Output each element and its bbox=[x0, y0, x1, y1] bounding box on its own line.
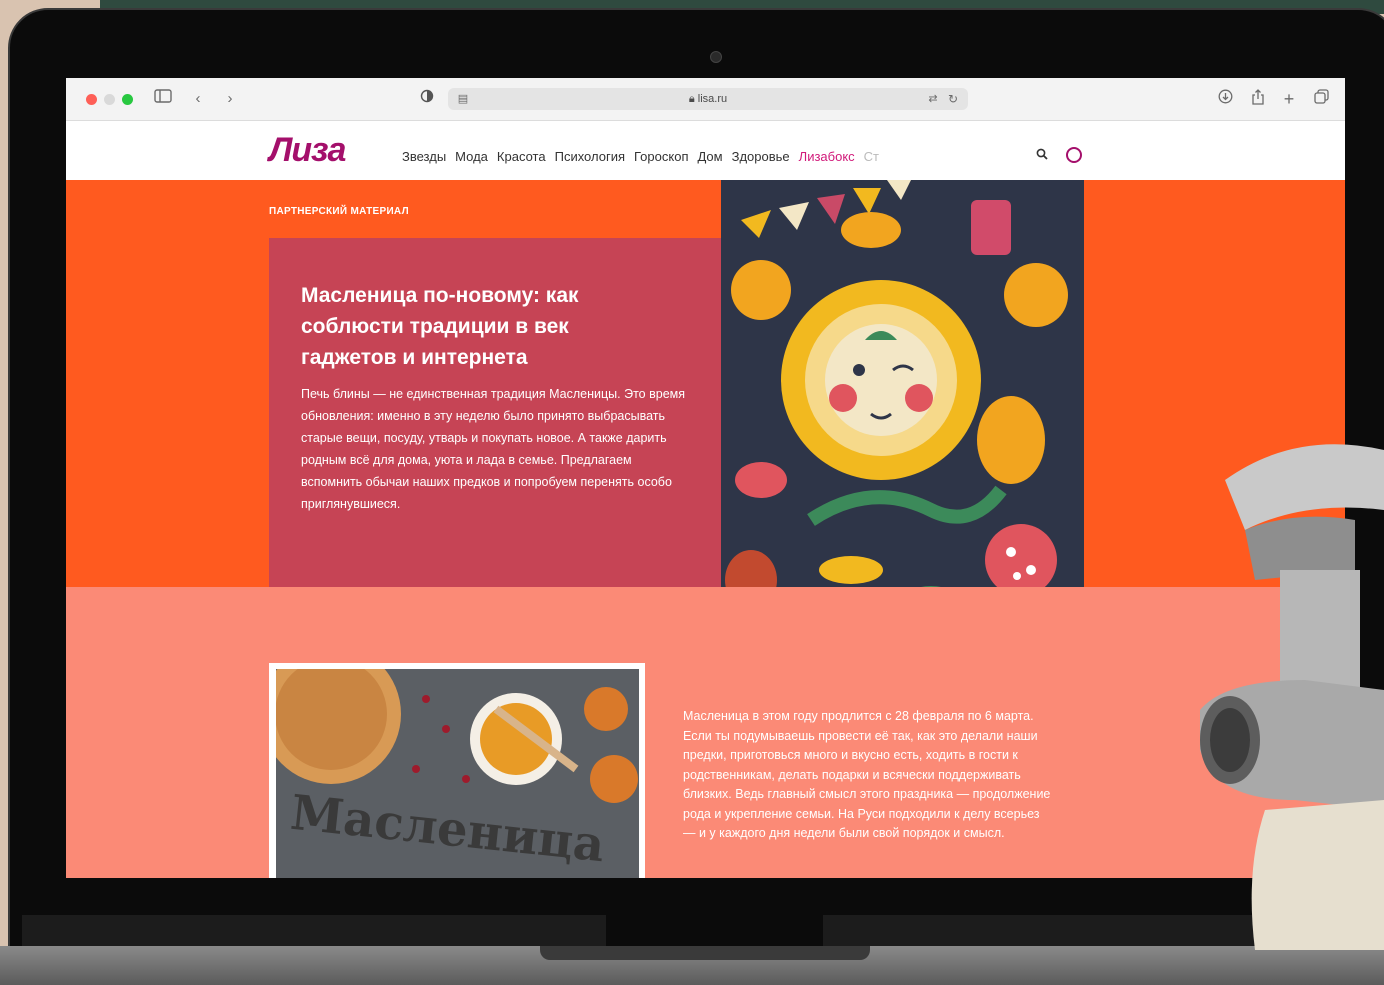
bezel-bottom-left bbox=[22, 915, 606, 949]
zoom-window-button[interactable] bbox=[122, 94, 133, 105]
hero-section: ПАРТНЕРСКИЙ МАТЕРИАЛ Масленица по-новому… bbox=[66, 180, 1345, 587]
site-logo[interactable]: Лиза bbox=[269, 131, 346, 170]
article-lead: Печь блины — не единственная традиция Ма… bbox=[301, 387, 686, 511]
nav-item-fashion[interactable]: Мода bbox=[455, 149, 488, 164]
camera bbox=[710, 51, 722, 63]
nav-item-health[interactable]: Здоровье bbox=[732, 149, 790, 164]
privacy-shield-icon[interactable] bbox=[418, 89, 436, 109]
url-text: lisa.ru bbox=[697, 93, 728, 105]
nav-item-psychology[interactable]: Психология bbox=[555, 149, 625, 164]
article-body-text: Масленица в этом году продлится с 28 фев… bbox=[683, 709, 1051, 840]
close-window-button[interactable] bbox=[86, 94, 97, 105]
main-nav: Звезды Мода Красота Психология Гороскоп Дом Зд… bbox=[402, 149, 888, 164]
share-icon[interactable] bbox=[1249, 89, 1267, 109]
meat-grinder-product bbox=[1185, 430, 1384, 950]
partner-label: ПАРТНЕРСКИЙ МАТЕРИАЛ bbox=[269, 206, 409, 217]
address-bar[interactable]: ▤ 🔒︎ lisa.ru ⇄ ↻ bbox=[448, 88, 968, 110]
translate-icon[interactable]: ⇄ bbox=[924, 89, 942, 109]
nav-item-truncated[interactable]: Ст bbox=[864, 149, 879, 164]
sidebar-icon[interactable] bbox=[152, 89, 174, 109]
hero-card: Масленица по-новому: как соблюсти традиц… bbox=[269, 238, 721, 587]
site-header: Лиза Звезды Мода Красота Психология Гороскоп… bbox=[66, 121, 1345, 179]
search-icon[interactable] bbox=[1036, 148, 1048, 163]
article-title[interactable]: Масленица по-новому: как соблюсти традиц… bbox=[301, 280, 661, 373]
tabs-overview-icon[interactable] bbox=[1312, 89, 1330, 109]
nav-item-horoscope[interactable]: Гороскоп bbox=[634, 149, 688, 164]
browser-toolbar: ‹ › ▤ 🔒︎ lisa.ru ⇄ ↻ + bbox=[66, 78, 1345, 121]
laptop-notch bbox=[540, 946, 870, 960]
nav-item-stars[interactable]: Звезды bbox=[402, 149, 446, 164]
nav-item-lizabox[interactable]: Лизабокс bbox=[799, 149, 855, 164]
article-photo: Масленица bbox=[276, 669, 639, 878]
reload-icon[interactable]: ↻ bbox=[946, 89, 960, 109]
chevron-right-icon[interactable]: › bbox=[222, 89, 238, 109]
maslenitsa-illustration bbox=[721, 180, 1084, 612]
article-photo-frame: Масленица bbox=[269, 663, 645, 878]
article-body-section: Масленица Масленица в этом году продлитс… bbox=[66, 587, 1345, 878]
chevron-left-icon[interactable]: ‹ bbox=[190, 89, 206, 109]
download-icon[interactable] bbox=[1216, 89, 1234, 109]
minimize-window-button[interactable] bbox=[104, 94, 115, 105]
nav-item-beauty[interactable]: Красота bbox=[497, 149, 546, 164]
browser-window: ‹ › ▤ 🔒︎ lisa.ru ⇄ ↻ + Лиза Звезды Мода Кр… bbox=[66, 78, 1345, 878]
lock-icon: 🔒︎ bbox=[688, 93, 695, 105]
user-icon[interactable] bbox=[1066, 147, 1082, 163]
nav-item-home[interactable]: Дом bbox=[697, 149, 722, 164]
plus-icon[interactable]: + bbox=[1280, 89, 1298, 109]
